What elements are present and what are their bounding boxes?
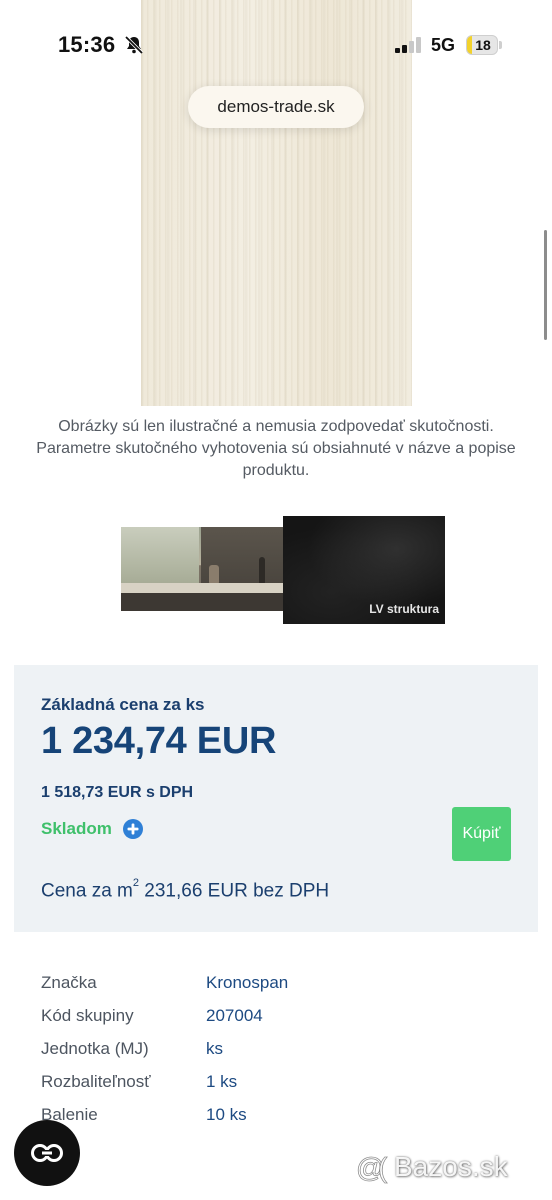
spec-row-group-code: Kód skupiny 207004 bbox=[41, 1006, 511, 1039]
status-bar: 15:36 5G 18 bbox=[0, 0, 552, 90]
battery-icon: 18 bbox=[466, 35, 502, 55]
unit-price-prefix: Cena za m bbox=[41, 880, 133, 902]
spec-row-unpackability: Rozbaliteľnosť 1 ks bbox=[41, 1072, 511, 1105]
spec-row-unit: Jednotka (MJ) ks bbox=[41, 1039, 511, 1072]
chat-icon bbox=[31, 1144, 63, 1162]
bell-slash-icon bbox=[124, 35, 144, 55]
spec-value[interactable]: 1 ks bbox=[206, 1072, 237, 1092]
buy-button[interactable]: Kúpiť bbox=[452, 807, 511, 861]
base-price-label: Základná cena za ks bbox=[41, 695, 205, 714]
bazos-logo-icon: @ ( bbox=[356, 1152, 388, 1184]
price-box: Základná cena za ks 1 234,74 EUR 1 518,7… bbox=[14, 665, 538, 932]
image-disclaimer: Obrázky sú len ilustračné a nemusia zodp… bbox=[36, 418, 516, 479]
spec-value[interactable]: 10 ks bbox=[206, 1105, 247, 1125]
plus-circle-icon[interactable] bbox=[123, 819, 143, 839]
spec-key: Jednotka (MJ) bbox=[41, 1039, 149, 1058]
signal-icon bbox=[395, 37, 421, 53]
spec-key: Rozbaliteľnosť bbox=[41, 1072, 151, 1091]
unit-price-value: 231,66 EUR bez DPH bbox=[139, 880, 330, 902]
spec-key: Kód skupiny bbox=[41, 1006, 134, 1025]
spec-value[interactable]: Kronospan bbox=[206, 973, 288, 993]
thumbnail-label: LV struktura bbox=[369, 602, 439, 616]
spec-value[interactable]: ks bbox=[206, 1039, 223, 1059]
scrollbar[interactable] bbox=[544, 230, 547, 340]
spec-list: Značka Kronospan Kód skupiny 207004 Jedn… bbox=[41, 973, 511, 1138]
spec-key: Značka bbox=[41, 973, 97, 992]
thumbnail-texture[interactable]: LV struktura bbox=[283, 516, 445, 624]
thumbnail-kitchen[interactable] bbox=[121, 527, 283, 611]
unit-price: Cena za m2 231,66 EUR bez DPH bbox=[41, 877, 330, 902]
status-time: 15:36 bbox=[58, 32, 116, 57]
url-bar[interactable]: demos-trade.sk bbox=[188, 86, 364, 128]
price-main: 1 234,74 EUR bbox=[41, 720, 277, 762]
svg-text:(: ( bbox=[378, 1152, 388, 1183]
network-label: 5G bbox=[431, 35, 456, 55]
watermark-text: Bazos.sk bbox=[394, 1151, 508, 1182]
spec-row-package: Balenie 10 ks bbox=[41, 1105, 511, 1138]
chat-button[interactable] bbox=[14, 1120, 80, 1186]
stock-status: Skladom bbox=[41, 819, 112, 838]
battery-level-text: 18 bbox=[475, 37, 491, 53]
price-with-vat: 1 518,73 EUR s DPH bbox=[41, 784, 194, 801]
spec-row-brand: Značka Kronospan bbox=[41, 973, 511, 1006]
unit-price-exponent: 2 bbox=[132, 877, 139, 889]
spec-value[interactable]: 207004 bbox=[206, 1006, 263, 1026]
